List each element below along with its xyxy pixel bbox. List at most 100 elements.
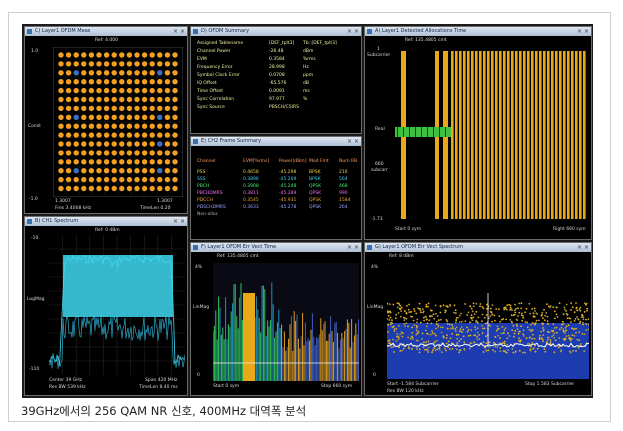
- close-icon[interactable]: × ×: [347, 27, 359, 36]
- constellation-panel[interactable]: C) Layer1 OFDM Meas × × Ref: 4.000 1.0 C…: [24, 26, 188, 214]
- constellation-point: [65, 176, 72, 183]
- err-spectrum-point: [449, 348, 451, 350]
- allocation-title-bar[interactable]: A) Layer1 Detected Allocations Time × ×: [365, 27, 591, 36]
- constellation-point: [134, 150, 140, 156]
- constellation-point: [157, 176, 163, 183]
- err-spectrum-point: [397, 302, 400, 305]
- spectrum-panel[interactable]: B) CH1 Spectrum × × Ref: 0 dBm -10 LogMa…: [24, 216, 188, 396]
- err-spectrum-point: [405, 322, 408, 325]
- err-spectrum-point: [411, 316, 413, 318]
- err-spectrum-point: [520, 325, 522, 328]
- frame-table-cell: -45.278: [279, 205, 297, 210]
- err-spectrum-point: [485, 349, 488, 352]
- err-spectrum-point: [501, 318, 503, 321]
- err-spectrum-point: [440, 351, 443, 354]
- err-spectrum-point: [517, 315, 519, 317]
- err-spectrum-point: [387, 331, 389, 333]
- allocation-bar: [571, 51, 574, 219]
- err-spectrum-point: [471, 310, 474, 313]
- allocation-title: A) Layer1 Detected Allocations Time: [375, 28, 467, 34]
- allocation-bar: [535, 51, 538, 219]
- err-spectrum-point: [546, 338, 549, 341]
- err-spectrum-point: [494, 336, 497, 338]
- err-spectrum-point: [524, 351, 527, 354]
- err-time-title-bar[interactable]: F) Layer1 OFDM Err Vect Time × ×: [191, 243, 361, 252]
- err-spectrum-point: [489, 325, 492, 327]
- err-spectrum-point: [458, 340, 461, 343]
- err-spectrum-point: [533, 337, 536, 340]
- constellation-point: [88, 176, 95, 183]
- close-icon[interactable]: × ×: [347, 243, 359, 252]
- constellation-point: [73, 132, 79, 138]
- summary-unit: ms: [303, 89, 310, 94]
- constellation-point: [126, 96, 133, 103]
- constellation-point: [126, 159, 133, 165]
- frame-summary-title-bar[interactable]: E) CH2 Frame Summary × ×: [191, 137, 361, 146]
- frame-table-cell: -45.298: [279, 170, 297, 175]
- err-spectrum-point: [569, 339, 572, 342]
- err-spectrum-point: [469, 305, 471, 308]
- constellation-title-bar[interactable]: C) Layer1 OFDM Meas × ×: [25, 27, 187, 36]
- err-spectrum-point: [479, 305, 481, 308]
- close-icon[interactable]: × ×: [173, 27, 185, 36]
- err-spectrum-point: [464, 303, 466, 305]
- err-spectrum-point: [453, 304, 456, 307]
- err-spectrum-point: [470, 342, 473, 345]
- summary-panel[interactable]: D) OFDM Summary × × Assigned Tablename [D…: [190, 26, 362, 134]
- err-time-footer-start: Start 0 sym: [213, 384, 240, 389]
- err-spectrum-point: [514, 350, 517, 353]
- err-spectrum-point: [576, 309, 579, 312]
- err-spectrum-point: [421, 332, 424, 335]
- err-spectrum-panel[interactable]: G) Layer1 OFDM Err Vect Spectrum × × Ref…: [364, 242, 592, 396]
- summary-title-bar[interactable]: D) OFDM Summary × ×: [191, 27, 361, 36]
- close-icon[interactable]: × ×: [347, 137, 359, 146]
- allocation-bar: [487, 51, 490, 219]
- err-spectrum-point: [561, 320, 564, 323]
- constellation-point: [88, 141, 95, 147]
- err-spectrum-point: [418, 348, 421, 351]
- frame-table-cell: 0.3545: [243, 198, 259, 203]
- err-spectrum-point: [543, 319, 546, 322]
- err-spectrum-point: [455, 321, 457, 324]
- constellation-point: [58, 52, 64, 58]
- err-spectrum-point: [528, 343, 531, 345]
- err-spectrum-point: [487, 349, 490, 352]
- constellation-point: [111, 52, 117, 58]
- err-spectrum-point: [424, 315, 427, 318]
- spectrum-title-bar[interactable]: B) CH1 Spectrum × ×: [25, 217, 187, 226]
- err-spectrum-point: [552, 329, 555, 332]
- err-spectrum-point: [458, 349, 461, 352]
- err-spectrum-point: [540, 330, 542, 333]
- close-icon[interactable]: × ×: [173, 217, 185, 226]
- constellation-point: [149, 150, 155, 156]
- close-icon[interactable]: × ×: [577, 27, 589, 36]
- err-spectrum-point: [476, 322, 479, 324]
- err-spectrum-point: [416, 348, 418, 350]
- err-spectrum-point: [417, 330, 420, 333]
- err-time-panel[interactable]: F) Layer1 OFDM Err Vect Time × × Ref: 13…: [190, 242, 362, 396]
- constellation-point: [164, 87, 171, 94]
- err-spectrum-title-bar[interactable]: G) Layer1 OFDM Err Vect Spectrum × ×: [365, 243, 591, 252]
- close-icon[interactable]: × ×: [577, 243, 589, 252]
- err-spectrum-point: [435, 334, 437, 337]
- err-spectrum-point: [574, 318, 577, 320]
- err-spectrum-point: [446, 322, 449, 325]
- err-spectrum-point: [408, 347, 410, 350]
- constellation-point: [172, 61, 178, 67]
- constellation-point: [103, 114, 110, 121]
- allocation-panel[interactable]: A) Layer1 Detected Allocations Time × × …: [364, 26, 592, 240]
- allocation-bar: [515, 51, 518, 219]
- err-spectrum-point: [577, 318, 579, 320]
- trace-icon: [367, 29, 372, 34]
- frame-summary-panel[interactable]: E) CH2 Frame Summary × × Channel EVM[%rms…: [190, 136, 362, 240]
- constellation-point: [119, 150, 125, 156]
- err-spectrum-point: [509, 304, 512, 307]
- constellation-point: [126, 70, 133, 76]
- err-spectrum-point: [513, 332, 516, 335]
- err-spectrum-point: [407, 308, 410, 311]
- err-spectrum-point: [507, 349, 509, 351]
- allocation-bar: [563, 51, 566, 219]
- constellation-point: [164, 150, 171, 156]
- err-spectrum-point: [505, 318, 507, 321]
- err-spectrum-point: [400, 331, 403, 333]
